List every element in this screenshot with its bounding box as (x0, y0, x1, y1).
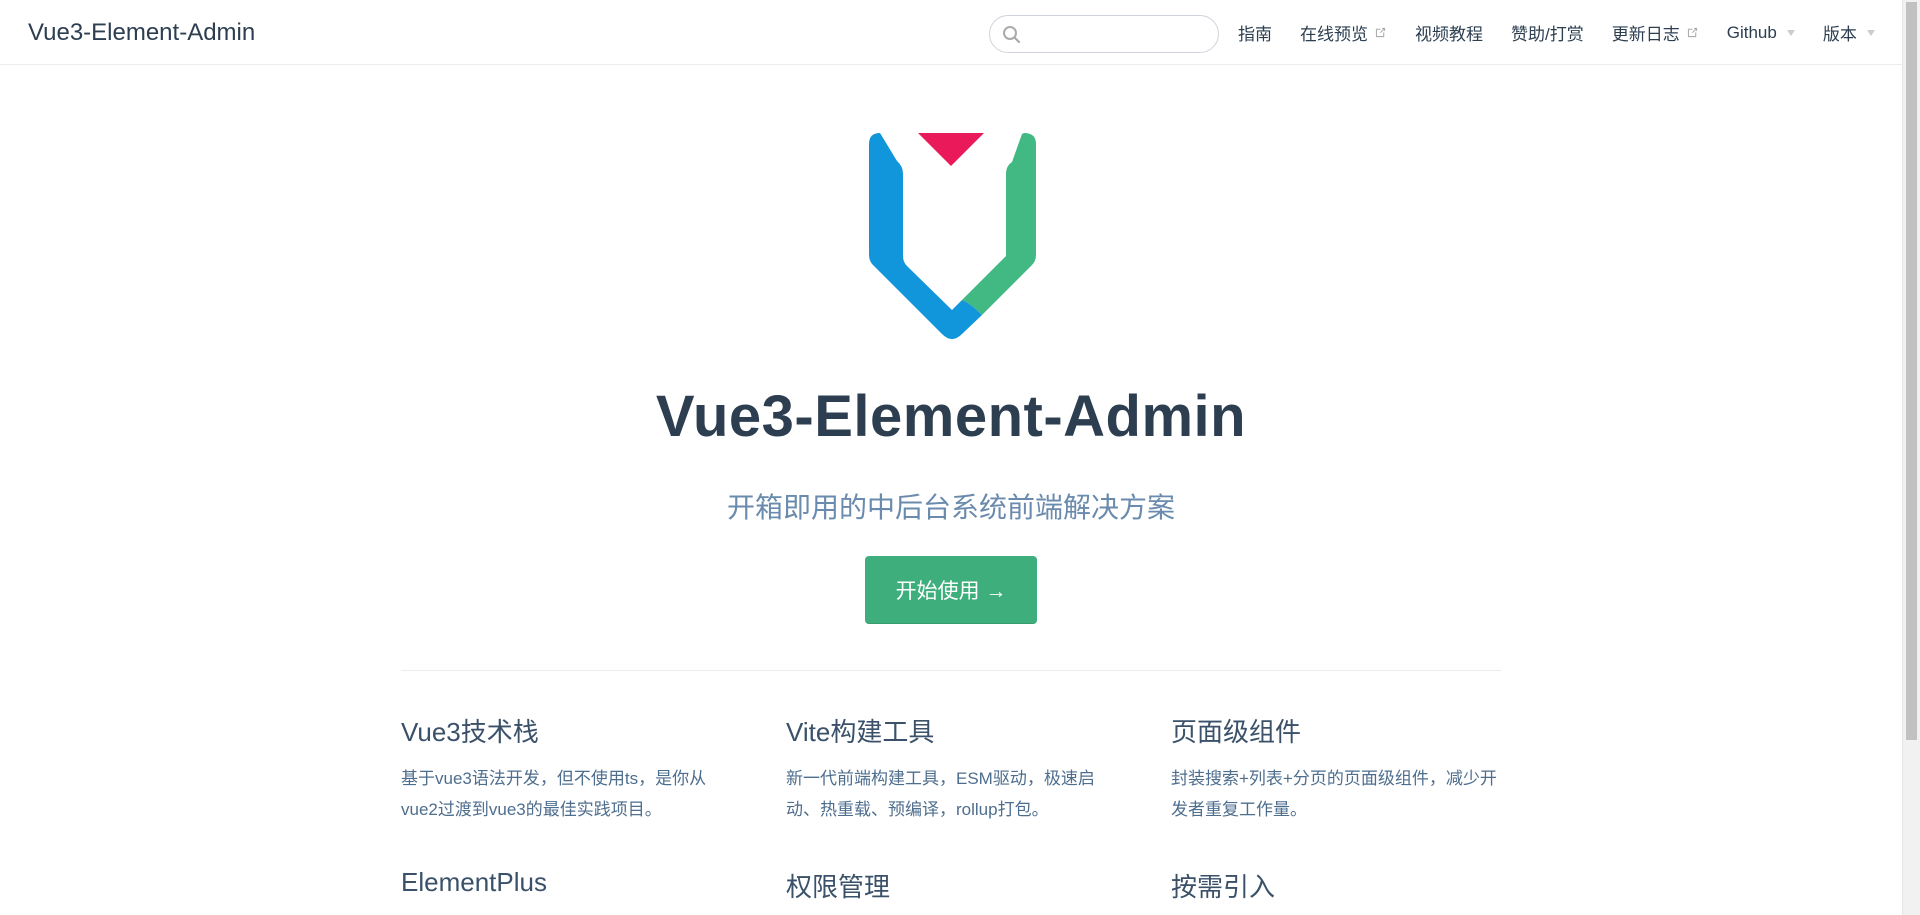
page: Vue3-Element-Admin 指南 在线预览 视频教程 赞助/打赏 更新… (0, 0, 1920, 915)
chevron-down-icon (1866, 29, 1875, 36)
feature-card: Vue3技术栈 基于vue3语法开发，但不使用ts，是你从vue2过渡到vue3… (401, 712, 741, 825)
nav-item-guide[interactable]: 指南 (1238, 20, 1272, 45)
external-link-icon (1687, 27, 1697, 38)
logo-red-triangle (918, 133, 984, 166)
nav-links: 指南 在线预览 视频教程 赞助/打赏 更新日志 Github 版本 (1238, 0, 1903, 65)
feature-title: Vue3技术栈 (401, 717, 539, 747)
page-scrollbar[interactable] (1902, 0, 1920, 915)
nav-item-label: 更新日志 (1611, 25, 1680, 44)
scrollbar-thumb[interactable] (1906, 2, 1917, 740)
nav-item-online-preview[interactable]: 在线预览 (1300, 20, 1387, 45)
nav-item-label: 在线预览 (1300, 25, 1368, 44)
search-box[interactable] (989, 15, 1219, 53)
search-input[interactable] (1026, 20, 1210, 50)
hero-description: 开箱即用的中后台系统前端解决方案 (726, 492, 1175, 523)
divider (401, 670, 1501, 671)
feature-title: ElementPlus (401, 867, 547, 897)
feature-title: Vite构建工具 (786, 717, 935, 747)
feature-details: 新一代前端构建工具，ESM驱动，极速启动、热重载、预编译，rollup打包。 (786, 769, 1095, 819)
nav-item-label: 赞助/打赏 (1511, 25, 1584, 44)
get-started-button[interactable]: 开始使用 → (865, 556, 1037, 624)
external-link-icon (1375, 27, 1386, 38)
chevron-down-icon (1786, 29, 1795, 36)
feature-title: 权限管理 (786, 872, 891, 902)
search-icon (1003, 26, 1021, 44)
vue3-element-admin-logo (869, 133, 1036, 339)
logo-blue-stroke (869, 133, 982, 339)
feature-title: 按需引入 (1171, 872, 1276, 902)
nav-item-label: Github (1726, 22, 1777, 42)
nav-item-video-tutorial[interactable]: 视频教程 (1415, 20, 1483, 45)
hero-title: Vue3-Element-Admin (655, 384, 1247, 449)
navbar: Vue3-Element-Admin 指南 在线预览 视频教程 赞助/打赏 更新… (0, 0, 1902, 65)
site-name-link[interactable]: Vue3-Element-Admin (28, 19, 255, 47)
nav-item-sponsor[interactable]: 赞助/打赏 (1511, 20, 1584, 45)
feature-card: 页面级组件 封装搜索+列表+分页的页面级组件，减少开发者重复工作量。 (1171, 712, 1511, 825)
feature-card: 按需引入 (1171, 867, 1511, 904)
nav-item-version[interactable]: 版本 (1823, 20, 1875, 45)
nav-item-label: 指南 (1238, 25, 1272, 44)
feature-card: Vite构建工具 新一代前端构建工具，ESM驱动，极速启动、热重载、预编译，ro… (786, 712, 1126, 825)
logo-green-stroke (962, 133, 1036, 315)
feature-title: 页面级组件 (1171, 717, 1302, 747)
feature-card: 权限管理 (786, 867, 1126, 904)
feature-card: ElementPlus (401, 867, 741, 898)
nav-item-changelog[interactable]: 更新日志 (1612, 20, 1699, 45)
feature-details: 基于vue3语法开发，但不使用ts，是你从vue2过渡到vue3的最佳实践项目。 (401, 769, 707, 819)
nav-item-label: 视频教程 (1415, 25, 1483, 44)
nav-item-github[interactable]: Github (1727, 23, 1795, 43)
feature-details: 封装搜索+列表+分页的页面级组件，减少开发者重复工作量。 (1171, 769, 1497, 819)
nav-item-label: 版本 (1822, 25, 1857, 44)
